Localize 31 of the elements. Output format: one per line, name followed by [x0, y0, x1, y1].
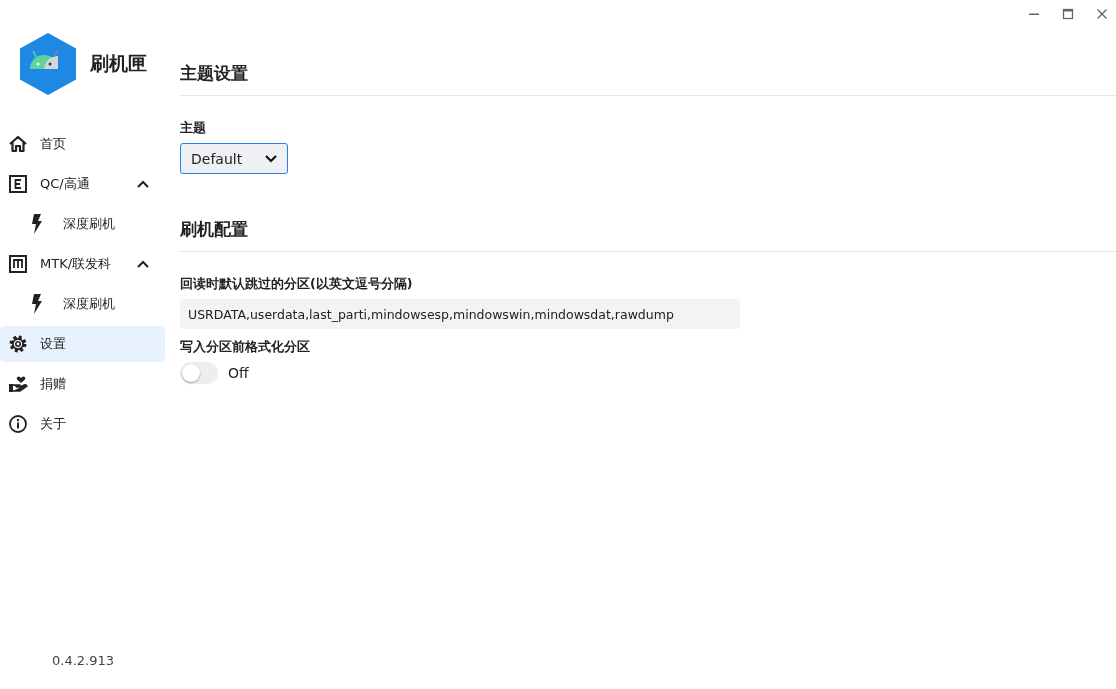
- info-icon: [8, 414, 28, 434]
- switch-state-label: Off: [228, 365, 249, 381]
- version-label: 0.4.2.913: [51, 653, 116, 668]
- home-icon: [8, 134, 28, 154]
- field-label: 主题: [180, 120, 207, 137]
- sidebar-item[interactable]: 设置: [0, 326, 165, 362]
- field-label: 写入分区前格式化分区: [180, 339, 311, 356]
- sidebar-item[interactable]: QC/高通: [0, 166, 165, 202]
- settings-icon: [8, 334, 28, 354]
- app-name: 刷机匣: [90, 51, 147, 76]
- partition-input-field[interactable]: USRDATA,userdata,last_parti,mindowsesp,mindowswin,mindowsdat,rawdump: [180, 299, 740, 329]
- hand-heart-icon: [8, 374, 28, 394]
- toggle-switch[interactable]: [180, 362, 218, 384]
- section-title: 刷机配置: [180, 218, 1116, 252]
- letter-m-icon: [8, 254, 28, 274]
- chevron-down-icon: [265, 154, 277, 163]
- lightning-icon: [31, 214, 43, 234]
- sidebar-item[interactable]: 捐赠: [0, 366, 165, 402]
- theme-dropdown[interactable]: Default: [180, 143, 288, 174]
- sidebar-item[interactable]: MTK/联发科: [0, 246, 165, 282]
- lightning-icon: [31, 294, 43, 314]
- sidebar-item[interactable]: 首页: [0, 126, 165, 162]
- field-label: 回读时默认跳过的分区(以英文逗号分隔): [180, 276, 414, 293]
- app-logo-icon: [20, 33, 76, 95]
- maximize-icon[interactable]: [1062, 8, 1074, 20]
- section-title: 主题设置: [180, 62, 1116, 96]
- sidebar-item[interactable]: 深度刷机: [0, 206, 165, 242]
- sidebar-item[interactable]: 深度刷机: [0, 286, 165, 322]
- letter-e-icon: [8, 174, 28, 194]
- sidebar-item[interactable]: 关于: [0, 406, 165, 442]
- close-icon[interactable]: [1096, 8, 1108, 20]
